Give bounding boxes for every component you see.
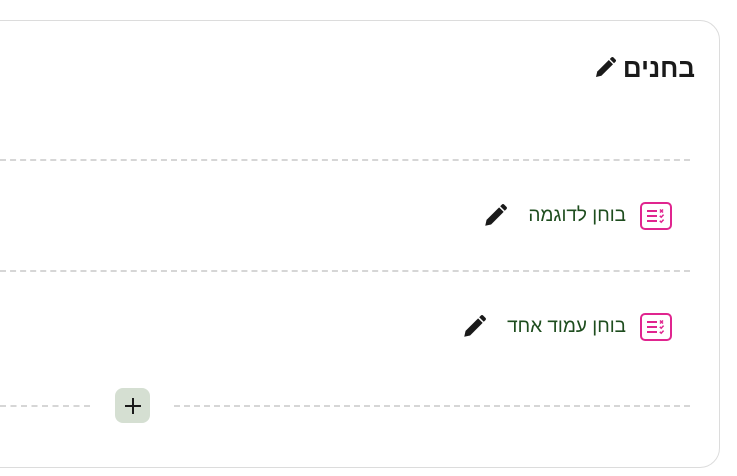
section-header: בחנים xyxy=(593,52,695,84)
section-title: בחנים xyxy=(622,53,695,83)
add-activity-button[interactable] xyxy=(115,388,150,423)
pencil-icon[interactable] xyxy=(461,314,487,340)
add-activity-row xyxy=(0,388,690,424)
activity-item[interactable]: בוחן עמוד אחד xyxy=(461,311,672,343)
activity-name[interactable]: בוחן לדוגמה xyxy=(528,202,626,230)
pencil-icon[interactable] xyxy=(593,56,617,80)
add-divider-right xyxy=(174,405,690,407)
add-divider-left xyxy=(0,405,90,407)
plus-icon xyxy=(124,397,141,414)
pencil-icon[interactable] xyxy=(482,203,508,229)
activity-divider xyxy=(0,270,690,272)
activity-name[interactable]: בוחן עמוד אחד xyxy=(507,313,626,341)
quiz-icon xyxy=(640,202,672,230)
section-divider xyxy=(0,159,690,161)
activity-item[interactable]: בוחן לדוגמה xyxy=(482,200,672,232)
quiz-icon xyxy=(640,313,672,341)
